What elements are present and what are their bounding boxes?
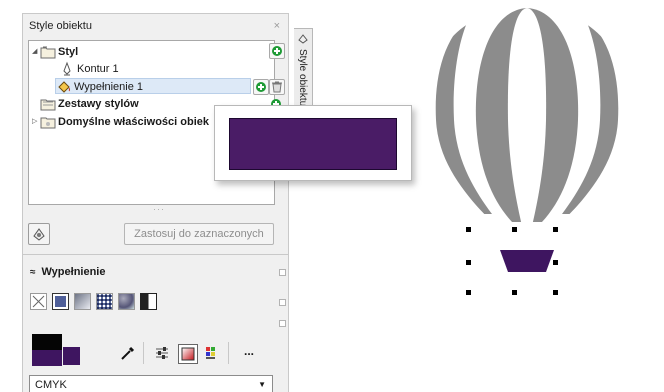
add-child-style-button[interactable] bbox=[253, 79, 269, 95]
fill-section-title: Wypełnienie bbox=[41, 266, 106, 278]
tree-item-label: Domyślne właściwości obiek bbox=[58, 116, 210, 128]
style-folder-icon bbox=[40, 44, 56, 60]
tree-item-zestawy[interactable]: Zestawy stylów bbox=[40, 96, 139, 112]
color-palette-icon[interactable] bbox=[204, 345, 220, 364]
app-window: Style obiektu × ◢ Styl Kontur 1 Wypełnie… bbox=[0, 0, 664, 392]
section-divider bbox=[23, 254, 288, 255]
dropdown-arrow-icon: ▼ bbox=[258, 380, 266, 389]
tree-item-label: Styl bbox=[58, 46, 79, 58]
style-options-button[interactable] bbox=[28, 223, 50, 245]
splitter-grip[interactable]: ··· bbox=[153, 204, 165, 214]
tree-item-label: Kontur 1 bbox=[77, 63, 119, 75]
fill-preview-popup bbox=[214, 105, 412, 181]
fill-section-header[interactable]: ≈ Wypełnienie bbox=[30, 266, 105, 278]
toolbar-separator bbox=[143, 342, 144, 364]
apply-to-selected-button[interactable]: Zastosuj do zaznaczonych bbox=[124, 223, 274, 245]
docker-tab-label: Style obiektu bbox=[297, 49, 308, 107]
uniform-fill-icon[interactable] bbox=[52, 293, 69, 310]
collapse-arrow-icon[interactable]: ◢ bbox=[32, 44, 40, 60]
color-sliders-icon[interactable] bbox=[154, 345, 170, 364]
eyedropper-icon[interactable] bbox=[119, 344, 137, 365]
fill-bucket-icon bbox=[56, 79, 72, 95]
previous-color-swatch[interactable] bbox=[32, 334, 62, 350]
tree-item-domyslne[interactable]: ▷ Domyślne właściwości obiek bbox=[32, 114, 209, 130]
collapse-chevron-icon[interactable]: ≈ bbox=[30, 267, 36, 278]
no-fill-icon[interactable] bbox=[30, 293, 47, 310]
section-corner-icon bbox=[279, 299, 286, 306]
color-viewer-button[interactable] bbox=[178, 344, 198, 364]
tree-item-label: Zestawy stylów bbox=[58, 98, 139, 110]
toolbar-separator bbox=[228, 342, 229, 364]
tree-item-kontur[interactable]: Kontur 1 bbox=[59, 61, 119, 77]
add-style-button[interactable] bbox=[269, 43, 285, 59]
plus-icon bbox=[256, 82, 266, 92]
docker-title: Style obiektu bbox=[29, 20, 92, 32]
trash-icon bbox=[272, 81, 282, 93]
section-corner-icon bbox=[279, 269, 286, 276]
color-viewer-icon bbox=[181, 347, 195, 361]
reference-color-swatch[interactable] bbox=[63, 347, 80, 365]
fountain-fill-icon[interactable] bbox=[74, 293, 91, 310]
postscript-fill-icon[interactable] bbox=[140, 293, 157, 310]
styleset-folder-icon bbox=[40, 96, 56, 112]
tree-item-wypelnienie[interactable]: Wypełnienie 1 bbox=[55, 78, 251, 94]
color-model-value: CMYK bbox=[35, 379, 67, 391]
tree-item-styl[interactable]: ◢ Styl bbox=[32, 44, 78, 60]
style-options-icon bbox=[33, 228, 45, 241]
more-options-button[interactable]: ... bbox=[244, 344, 254, 358]
current-color-swatch[interactable] bbox=[32, 350, 62, 366]
delete-style-button[interactable] bbox=[269, 79, 285, 95]
default-props-icon bbox=[40, 114, 56, 130]
balloon-logo-drawing[interactable] bbox=[412, 0, 642, 300]
expand-arrow-icon[interactable]: ▷ bbox=[32, 114, 40, 130]
section-corner-icon bbox=[279, 320, 286, 327]
texture-fill-icon[interactable] bbox=[118, 293, 135, 310]
fill-preview-swatch bbox=[229, 118, 397, 170]
close-icon[interactable]: × bbox=[274, 14, 280, 38]
docker-tab-icon bbox=[297, 33, 309, 48]
plus-icon bbox=[272, 46, 282, 56]
color-model-select[interactable]: CMYK ▼ bbox=[29, 375, 273, 392]
tree-item-label: Wypełnienie 1 bbox=[74, 81, 143, 93]
pen-outline-icon bbox=[59, 61, 75, 77]
balloon-basket bbox=[500, 250, 554, 272]
object-styles-docker: Style obiektu × ◢ Styl Kontur 1 Wypełnie… bbox=[22, 13, 289, 392]
balloon-envelope bbox=[425, 8, 629, 222]
pattern-fill-icon[interactable] bbox=[96, 293, 113, 310]
